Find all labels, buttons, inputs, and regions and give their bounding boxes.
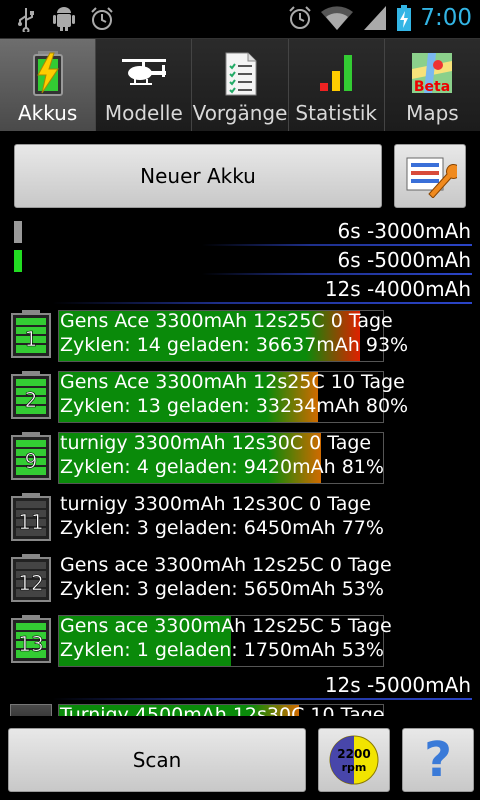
group-divider xyxy=(52,302,472,304)
group-color-swatch xyxy=(14,250,22,272)
battery-cell-icon: 13 xyxy=(11,615,51,663)
rpm-gauge-icon: 2200 rpm xyxy=(329,735,379,785)
android-debug-icon xyxy=(53,7,75,31)
battery-row-text: turnigy 3300mAh 12s30C 0 Tage Zyklen: 3 g… xyxy=(60,492,384,540)
battery-row-text: Gens ace 3300mAh 12s25C 0 Tage Zyklen: 3 … xyxy=(60,553,392,601)
usb-icon xyxy=(18,8,34,32)
group-divider xyxy=(202,244,472,246)
group-color-swatch xyxy=(14,221,22,243)
battery-title: Gens Ace 3300mAh 12s25C 0 Tage xyxy=(60,310,393,332)
battery-row[interactable]: 2 Gens Ace 3300mAh 12s25C 10 Tage Zyklen: … xyxy=(0,368,480,426)
battery-number: 1 xyxy=(25,327,38,351)
status-bar: 7:00 xyxy=(0,0,480,38)
tab-label: Vorgänge xyxy=(192,101,288,125)
tab-label: Akkus xyxy=(17,101,78,125)
battery-title: turnigy 3300mAh 12s30C 0 Tage xyxy=(60,493,372,515)
battery-cell-icon: 1 xyxy=(11,310,51,358)
battery-number: 2 xyxy=(25,388,38,412)
group-divider xyxy=(202,273,472,275)
group-header[interactable]: 6s -3000mAh xyxy=(0,218,480,246)
tab-label: Modelle xyxy=(104,101,183,125)
tab-maps[interactable]: Beta Maps xyxy=(384,39,480,131)
tab-akkus[interactable]: Akkus xyxy=(0,39,97,131)
battery-row-text: turnigy 3300mAh 12s30C 0 Tage Zyklen: 4 g… xyxy=(60,431,384,479)
signal-icon xyxy=(364,6,387,30)
battery-cell-icon: 2 xyxy=(11,371,51,419)
group-divider xyxy=(52,698,472,700)
battery-number: 12 xyxy=(18,571,43,595)
help-icon: ? xyxy=(424,732,452,788)
battery-title: turnigy 3300mAh 12s30C 0 Tage xyxy=(60,432,372,454)
checklist-icon xyxy=(225,52,257,96)
battery-title: Gens ace 3300mAh 12s25C 5 Tage xyxy=(60,615,392,637)
alarm-icon xyxy=(91,7,113,30)
battery-row[interactable]: 1 Gens Ace 3300mAh 12s25C 0 Tage Zyklen: 1… xyxy=(0,307,480,365)
group-label: 12s -4000mAh xyxy=(324,277,471,301)
tab-bar: Akkus Modelle Vorgänge Statistik Beta Ma… xyxy=(0,38,480,131)
help-button[interactable]: ? xyxy=(402,728,474,792)
group-header[interactable]: 12s -5000mAh xyxy=(0,672,480,700)
battery-number: 13 xyxy=(18,632,43,656)
battery-stats: Zyklen: 14 geladen: 36637mAh 93% xyxy=(60,334,409,356)
battery-row-text: Gens ace 3300mAh 12s25C 5 Tage Zyklen: 1 … xyxy=(60,614,392,662)
scan-button[interactable]: Scan xyxy=(8,728,306,792)
tab-statistik[interactable]: Statistik xyxy=(288,39,385,131)
group-label: 6s -5000mAh xyxy=(337,248,471,272)
battery-cell-icon: 12 xyxy=(11,554,51,602)
group-label: 12s -5000mAh xyxy=(324,673,471,697)
battery-icon xyxy=(32,51,63,96)
battery-stats: Zyklen: 13 geladen: 33234mAh 80% xyxy=(60,395,409,417)
battery-row-text: Turnigy 4500mAh 12s30C 10 Tage xyxy=(60,704,385,716)
battery-row[interactable]: 12 Gens ace 3300mAh 12s25C 0 Tage Zyklen: … xyxy=(0,551,480,609)
battery-charging-icon xyxy=(397,5,412,31)
battery-number: 11 xyxy=(18,510,43,534)
map-beta-icon: Beta xyxy=(412,53,453,95)
group-header[interactable]: 12s -4000mAh xyxy=(0,276,480,304)
helicopter-icon xyxy=(121,59,166,85)
wrench-list-icon xyxy=(406,157,457,198)
battery-stats: Zyklen: 1 geladen: 1750mAh 53% xyxy=(60,639,384,661)
battery-row[interactable]: 13 Gens ace 3300mAh 12s25C 5 Tage Zyklen: … xyxy=(0,612,480,670)
battery-stats: Zyklen: 3 geladen: 6450mAh 77% xyxy=(60,517,384,539)
group-header[interactable]: 6s -5000mAh xyxy=(0,247,480,275)
battery-title: Gens ace 3300mAh 12s25C 0 Tage xyxy=(60,554,392,576)
clock-time: 7:00 xyxy=(420,5,472,31)
wifi-icon xyxy=(321,6,354,31)
battery-row-text: Gens Ace 3300mAh 12s25C 10 Tage Zyklen: 1… xyxy=(60,370,408,418)
alarm-icon xyxy=(289,6,312,29)
battery-title: Gens Ace 3300mAh 12s25C 10 Tage xyxy=(60,371,405,393)
rpm-unit: rpm xyxy=(342,761,367,774)
battery-row-text: Gens Ace 3300mAh 12s25C 0 Tage Zyklen: 14… xyxy=(60,309,408,357)
tab-modelle[interactable]: Modelle xyxy=(96,39,193,131)
battery-cell-icon: 9 xyxy=(11,432,51,480)
battery-row-partial[interactable]: Turnigy 4500mAh 12s30C 10 Tage xyxy=(0,702,480,716)
beta-badge: Beta xyxy=(414,79,450,95)
battery-cell-icon: 11 xyxy=(11,493,51,541)
battery-number: 9 xyxy=(25,449,38,473)
new-battery-button[interactable]: Neuer Akku xyxy=(14,144,382,208)
group-label: 6s -3000mAh xyxy=(337,219,471,243)
bar-chart-icon xyxy=(320,55,353,91)
battery-row[interactable]: 9 turnigy 3300mAh 12s30C 0 Tage Zyklen: 4 … xyxy=(0,429,480,487)
battery-stats: Zyklen: 4 geladen: 9420mAh 81% xyxy=(60,456,384,478)
tab-label: Maps xyxy=(406,101,459,125)
battery-stats: Zyklen: 3 geladen: 5650mAh 53% xyxy=(60,578,384,600)
battery-row[interactable]: 11 turnigy 3300mAh 12s30C 0 Tage Zyklen: 3… xyxy=(0,490,480,548)
rpm-value: 2200 xyxy=(337,747,370,761)
tab-vorgaenge[interactable]: Vorgänge xyxy=(192,39,289,131)
tab-label: Statistik xyxy=(295,101,377,125)
settings-tool-button[interactable] xyxy=(394,144,466,208)
rpm-button[interactable]: 2200 rpm xyxy=(318,728,390,792)
